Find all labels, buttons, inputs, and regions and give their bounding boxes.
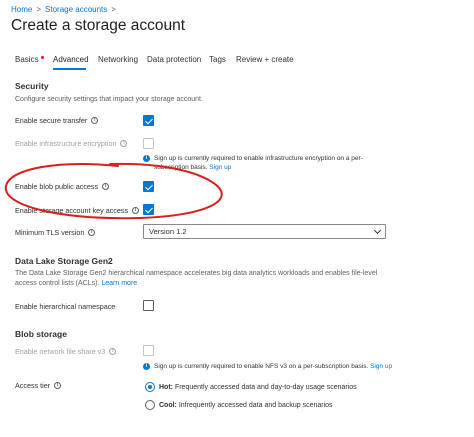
infra-sign-up-link[interactable]: Sign up bbox=[209, 164, 231, 171]
breadcrumb: Home > Storage accounts > bbox=[11, 5, 116, 14]
tab-networking[interactable]: Networking bbox=[98, 55, 138, 64]
secure-transfer-checkbox[interactable] bbox=[143, 115, 154, 126]
info-icon[interactable]: i bbox=[102, 183, 110, 190]
tab-tags[interactable]: Tags bbox=[209, 55, 226, 64]
hns-label: Enable hierarchical namespace bbox=[15, 302, 116, 311]
info-filled-icon: i bbox=[143, 155, 150, 162]
red-annotation-ellipse bbox=[4, 162, 223, 220]
tls-label: Minimum TLS version i bbox=[15, 228, 96, 237]
breadcrumb-storage-accounts-link[interactable]: Storage accounts bbox=[45, 5, 107, 14]
info-icon[interactable]: i bbox=[120, 140, 128, 147]
info-icon[interactable]: i bbox=[132, 207, 140, 214]
blob-storage-heading: Blob storage bbox=[15, 329, 67, 339]
tls-version-dropdown[interactable]: Version 1.2 bbox=[143, 224, 386, 239]
tab-basics[interactable]: Basics bbox=[15, 55, 44, 64]
more-options-button[interactable]: ··· bbox=[160, 20, 174, 32]
tls-version-value: Version 1.2 bbox=[149, 227, 187, 236]
tab-data-protection[interactable]: Data protection bbox=[147, 55, 201, 64]
radio-cool[interactable] bbox=[145, 400, 155, 410]
info-filled-icon: i bbox=[143, 363, 150, 370]
nfs-sign-up-link[interactable]: Sign up bbox=[370, 363, 392, 370]
security-heading: Security bbox=[15, 81, 49, 91]
infra-encryption-notice: i Sign up is currently required to enabl… bbox=[143, 154, 363, 172]
nfs-label: Enable network file share v3 i bbox=[15, 347, 117, 356]
nfs-notice: i Sign up is currently required to enabl… bbox=[143, 362, 443, 371]
blob-public-access-checkbox[interactable] bbox=[143, 181, 154, 192]
tab-review-create[interactable]: Review + create bbox=[236, 55, 294, 64]
infra-encryption-checkbox bbox=[143, 138, 154, 149]
nfs-checkbox bbox=[143, 345, 154, 356]
access-tier-cool-option[interactable]: Cool: Infrequently accessed data and bac… bbox=[145, 400, 333, 410]
key-access-checkbox[interactable] bbox=[143, 204, 154, 215]
active-tab-indicator bbox=[53, 68, 86, 70]
required-dot-icon bbox=[40, 56, 44, 59]
info-icon[interactable]: i bbox=[91, 117, 99, 124]
blob-public-access-label: Enable blob public access i bbox=[15, 182, 110, 191]
page-title: Create a storage account bbox=[11, 17, 186, 34]
breadcrumb-home-link[interactable]: Home bbox=[11, 5, 32, 14]
tab-advanced[interactable]: Advanced bbox=[53, 55, 89, 64]
info-icon[interactable]: i bbox=[109, 348, 117, 355]
hns-checkbox[interactable] bbox=[143, 300, 154, 311]
security-description: Configure security settings that impact … bbox=[15, 96, 203, 103]
key-access-label: Enable storage account key access i bbox=[15, 206, 140, 215]
radio-hot[interactable] bbox=[145, 382, 155, 392]
chevron-down-icon bbox=[373, 226, 382, 234]
info-icon[interactable]: i bbox=[88, 229, 96, 236]
datalake-heading: Data Lake Storage Gen2 bbox=[15, 256, 113, 266]
info-icon[interactable]: i bbox=[54, 382, 62, 389]
infra-encryption-label: Enable infrastructure encryption i bbox=[15, 139, 128, 148]
datalake-description: The Data Lake Storage Gen2 hierarchical … bbox=[15, 270, 378, 287]
breadcrumb-separator: > bbox=[36, 5, 42, 14]
access-tier-hot-option[interactable]: Hot: Frequently accessed data and day-to… bbox=[145, 382, 357, 392]
access-tier-label: Access tier i bbox=[15, 381, 62, 390]
secure-transfer-label: Enable secure transfer i bbox=[15, 116, 99, 125]
learn-more-link[interactable]: Learn more bbox=[101, 280, 137, 287]
breadcrumb-separator: > bbox=[111, 5, 116, 14]
